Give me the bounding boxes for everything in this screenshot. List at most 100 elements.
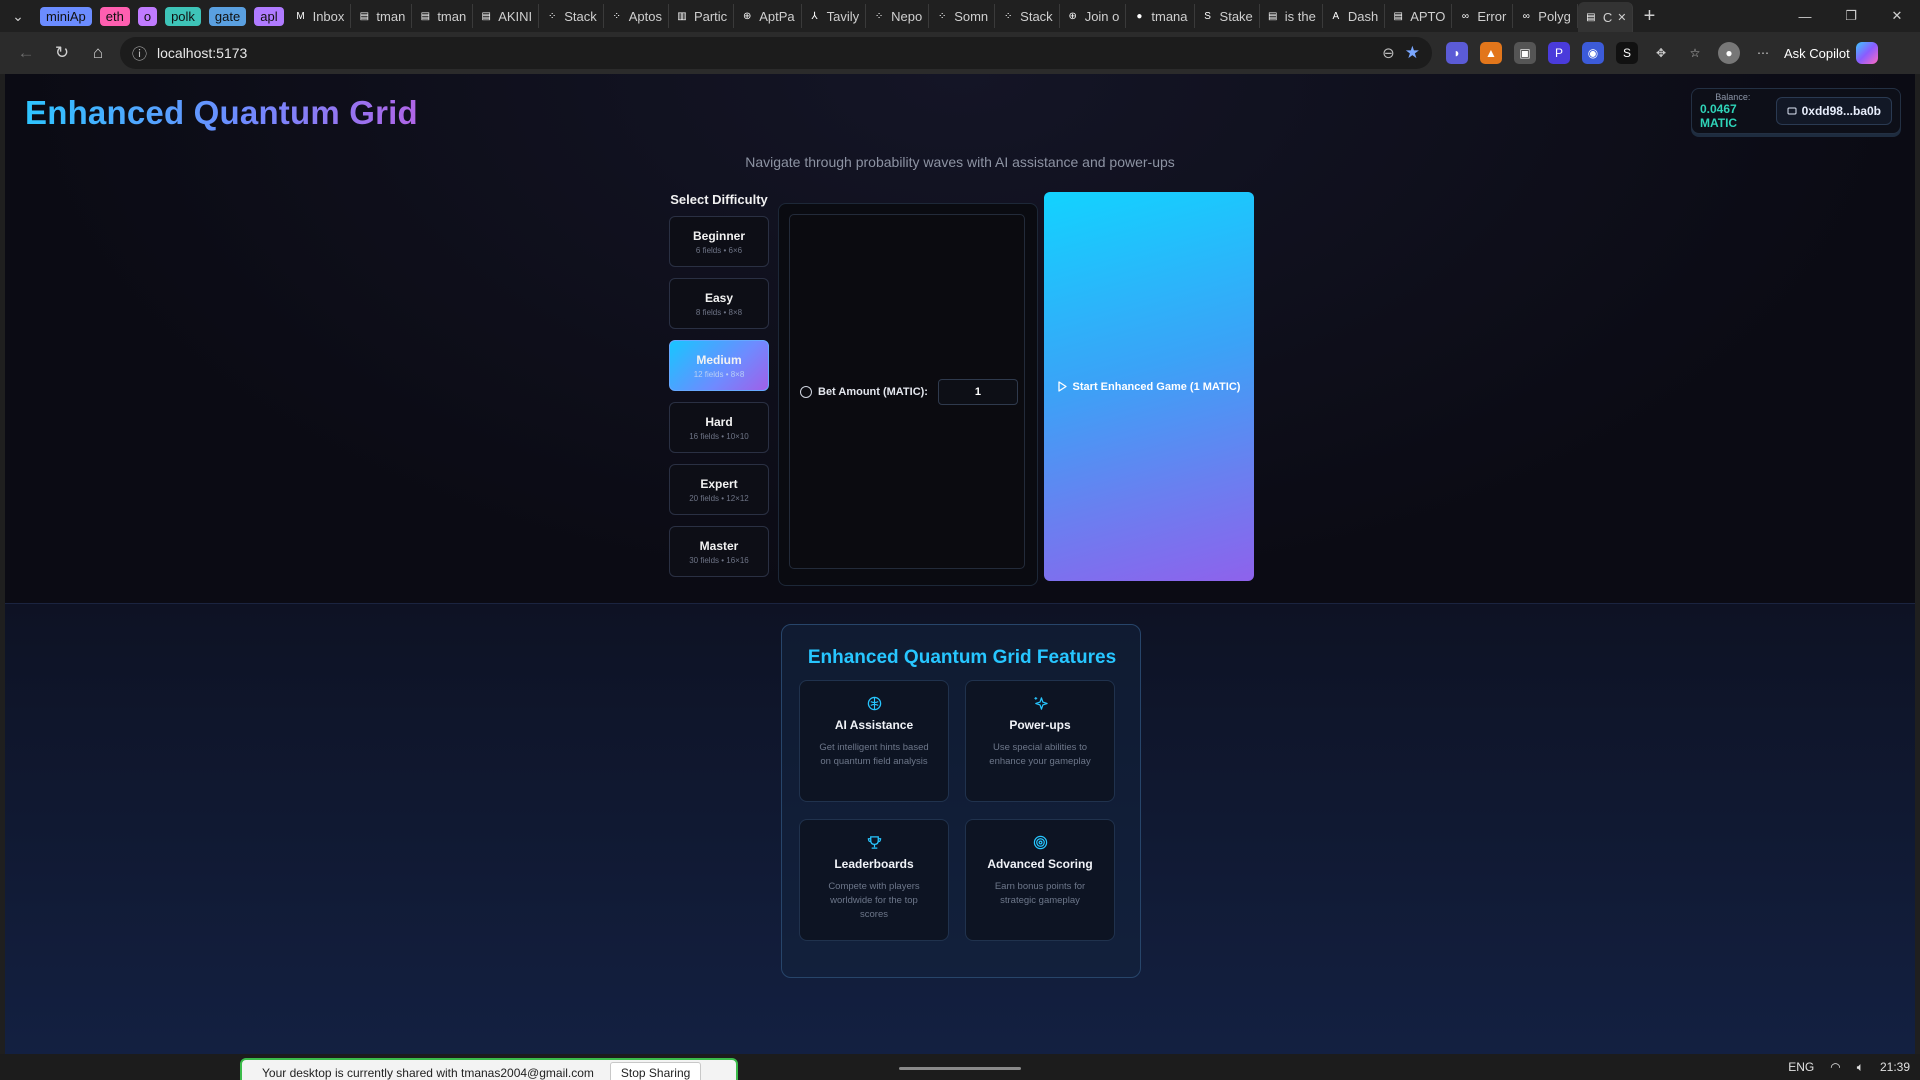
globe-icon: ⊕: [1068, 10, 1077, 22]
browser-tab[interactable]: ⁘ Stack: [995, 4, 1060, 28]
extension-p-icon[interactable]: P: [1548, 42, 1570, 64]
tavily-icon: ⅄: [811, 10, 818, 22]
back-button[interactable]: ←: [8, 35, 44, 71]
browser-tab[interactable]: eth: [96, 4, 134, 28]
dots-icon: ⁘: [612, 10, 621, 22]
s-icon: S: [1204, 10, 1211, 22]
browser-tab[interactable]: ⁘ Aptos: [604, 4, 669, 28]
tab-title: Stack: [564, 8, 597, 24]
extension-circle-icon[interactable]: ◉: [1582, 42, 1604, 64]
difficulty-medium-button[interactable]: Medium 12 fields • 8×8: [669, 340, 769, 391]
browser-tab[interactable]: ▤ APTO: [1385, 4, 1453, 28]
tab-title: tmana: [1151, 8, 1188, 24]
difficulty-info: 16 fields • 10×10: [689, 431, 749, 441]
feature-card-ai-assistance: AI Assistance Get intelligent hints base…: [799, 680, 949, 802]
browser-tab[interactable]: o: [134, 4, 161, 28]
wifi-icon[interactable]: ◠: [1830, 1060, 1840, 1074]
browser-tab[interactable]: gate: [205, 4, 250, 28]
difficulty-name: Expert: [700, 476, 738, 491]
close-window-button[interactable]: ✕: [1874, 0, 1920, 32]
browser-tab[interactable]: ▥ Partic: [669, 4, 735, 28]
reload-button[interactable]: ↻: [44, 35, 80, 71]
language-indicator[interactable]: ENG: [1788, 1060, 1814, 1074]
home-button[interactable]: ⌂: [80, 35, 116, 71]
bet-amount-row: Bet Amount (MATIC):: [800, 379, 1018, 405]
browser-tab[interactable]: ∞ Error: [1452, 4, 1514, 28]
browser-tab[interactable]: ▤ tman: [412, 4, 474, 28]
restore-button[interactable]: ❐: [1828, 0, 1874, 32]
browser-tab[interactable]: ▤ AKINI: [473, 4, 540, 28]
url-field[interactable]: ⓘ localhost:5173 ⊖ ★: [120, 37, 1432, 69]
browser-tab[interactable]: ⊕ AptPa: [734, 4, 802, 28]
coins-icon: [800, 386, 812, 398]
browser-tab[interactable]: ▤ C ✕: [1577, 2, 1634, 32]
extensions-puzzle-icon[interactable]: ✥: [1650, 42, 1672, 64]
favorite-star-icon[interactable]: ★: [1405, 43, 1420, 63]
wallet-address-button[interactable]: 0xdd98...ba0b: [1775, 97, 1892, 125]
extension-brain-icon[interactable]: ◗: [1446, 42, 1468, 64]
favorites-icon[interactable]: ☆: [1684, 42, 1706, 64]
stop-sharing-button[interactable]: Stop Sharing: [609, 1062, 702, 1080]
extension-s-icon[interactable]: S: [1616, 42, 1638, 64]
site-info-icon[interactable]: ⓘ: [132, 43, 147, 64]
tab-group-label[interactable]: gate: [208, 6, 247, 26]
tab-group-label[interactable]: apl: [254, 6, 284, 26]
browser-tab[interactable]: ⁘ Nepo: [866, 4, 930, 28]
browser-tab[interactable]: ▤ is the: [1260, 4, 1323, 28]
extensions-row: ◗ ▲ ▣ P ◉ S ✥ ☆ ● ⋯: [1446, 42, 1774, 64]
zoom-icon[interactable]: ⊖: [1382, 44, 1395, 62]
browser-tab[interactable]: miniAp: [36, 4, 96, 28]
browser-tab[interactable]: ▤ tman: [351, 4, 413, 28]
tab-title: Nepo: [891, 8, 923, 24]
browser-tab[interactable]: ⅄ Tavily: [802, 4, 867, 28]
difficulty-hard-button[interactable]: Hard 16 fields • 10×10: [669, 402, 769, 453]
tab-title: Inbox: [312, 8, 345, 24]
ask-copilot-button[interactable]: Ask Copilot: [1784, 42, 1878, 64]
tab-strip: miniAp eth o polk gate apl M Inbox ▤ tman ▤ tman ▤ AK…: [36, 0, 1634, 32]
browser-tab[interactable]: polk: [161, 4, 205, 28]
more-menu-icon[interactable]: ⋯: [1752, 42, 1774, 64]
copilot-logo-icon: [1855, 42, 1878, 64]
profile-avatar-icon[interactable]: ●: [1718, 42, 1740, 64]
wallet-balance: Balance: 0.0467 MATIC: [1700, 92, 1766, 130]
feature-description: Use special abilities to enhance your ga…: [989, 742, 1091, 767]
difficulty-master-button[interactable]: Master 30 fields • 16×16: [669, 526, 769, 577]
page-title: Enhanced Quantum Grid: [25, 94, 418, 131]
tab-actions-chevron-icon[interactable]: ⌄: [0, 0, 36, 32]
browser-tab[interactable]: ⁘ Somn: [929, 4, 996, 28]
browser-tab[interactable]: ⊕ Join o: [1060, 4, 1127, 28]
start-game-button[interactable]: Start Enhanced Game (1 MATIC): [1044, 192, 1254, 581]
page-viewport: Enhanced Quantum Grid Balance: 0.0467 MA…: [5, 74, 1915, 1054]
new-tab-button[interactable]: +: [1633, 0, 1665, 32]
difficulty-beginner-button[interactable]: Beginner 6 fields • 6×6: [669, 216, 769, 267]
trophy-icon: [866, 834, 882, 850]
url-text[interactable]: localhost:5173: [157, 45, 1372, 61]
clock[interactable]: 21:39: [1880, 1060, 1910, 1074]
dots-icon: ⁘: [547, 10, 557, 22]
tab-group-label[interactable]: o: [137, 6, 158, 26]
balance-value: 0.0467 MATIC: [1700, 102, 1738, 130]
minimize-button[interactable]: —: [1782, 0, 1828, 32]
close-tab-icon[interactable]: ✕: [1617, 11, 1626, 24]
browser-tab[interactable]: A Dash: [1323, 4, 1386, 28]
browser-tab[interactable]: apl: [250, 4, 287, 28]
difficulty-expert-button[interactable]: Expert 20 fields • 12×12: [669, 464, 769, 515]
scroll-indicator: [899, 1067, 1021, 1070]
difficulty-easy-button[interactable]: Easy 8 fields • 8×8: [669, 278, 769, 329]
page-icon: ▤: [481, 10, 491, 22]
browser-tab[interactable]: ● tmana: [1126, 4, 1195, 28]
bet-amount-input[interactable]: [937, 379, 1018, 405]
tab-group-label[interactable]: eth: [99, 6, 130, 26]
link-icon: ∞: [1522, 10, 1530, 22]
volume-icon[interactable]: 🔈︎: [1857, 1060, 1864, 1075]
browser-tab[interactable]: ⁘ Stack: [539, 4, 604, 28]
browser-tab[interactable]: S Stake: [1195, 4, 1260, 28]
extension-box-icon[interactable]: ▣: [1514, 42, 1536, 64]
tab-group-label[interactable]: miniAp: [40, 6, 92, 26]
github-icon: ●: [1136, 10, 1143, 22]
tab-group-label[interactable]: polk: [165, 6, 201, 26]
browser-tab[interactable]: ∞ Polyg: [1513, 4, 1578, 28]
metamask-icon[interactable]: ▲: [1480, 42, 1502, 64]
browser-tab[interactable]: M Inbox: [288, 4, 352, 28]
difficulty-info: 12 fields • 8×8: [693, 369, 745, 379]
